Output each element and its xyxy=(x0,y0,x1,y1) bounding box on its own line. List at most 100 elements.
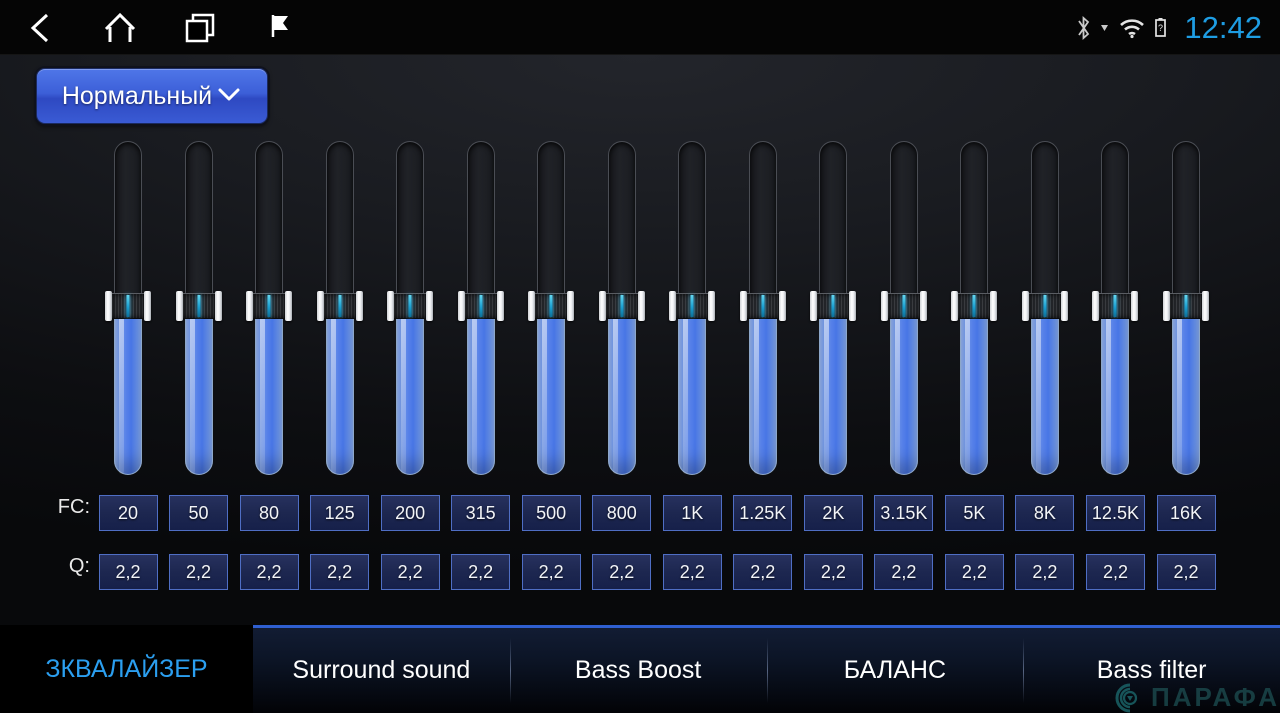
thumb-grip xyxy=(817,293,850,319)
thumb-cap-right xyxy=(778,291,786,321)
eq-slider-thumb[interactable] xyxy=(528,291,575,321)
thumb-cap-right xyxy=(849,291,857,321)
preset-dropdown-button[interactable]: Нормальный xyxy=(36,68,268,124)
eq-slider[interactable] xyxy=(105,141,151,475)
thumb-cap-right xyxy=(708,291,716,321)
bottom-tab-bar: ЗКВАЛАЙЗЕР Surround sound Bass Boost БАЛАНС… xyxy=(0,625,1280,713)
q-value-box[interactable]: 2,2 xyxy=(239,554,299,590)
q-value-box[interactable]: 2,2 xyxy=(169,554,229,590)
eq-slider[interactable] xyxy=(880,141,927,475)
q-value-box[interactable]: 2,2 xyxy=(98,554,158,590)
eq-slider-fill xyxy=(678,306,707,475)
eq-slider-thumb[interactable] xyxy=(1021,291,1068,321)
home-button[interactable] xyxy=(80,0,160,55)
eq-slider-thumb[interactable] xyxy=(316,291,363,321)
fc-value-box[interactable]: 800 xyxy=(592,495,652,531)
q-value-box[interactable]: 2,2 xyxy=(1085,554,1145,590)
eq-slider-fill xyxy=(255,306,284,475)
fc-value-box[interactable]: 12.5K xyxy=(1085,495,1145,531)
thumb-cap-left xyxy=(457,291,465,321)
thumb-grip xyxy=(253,293,286,319)
thumb-cap-right xyxy=(285,291,293,321)
fc-value-box[interactable]: 8K xyxy=(1015,495,1075,531)
eq-slider[interactable] xyxy=(669,141,716,475)
fc-value-box[interactable]: 16K xyxy=(1156,495,1216,531)
tab-5[interactable]: Bass filter xyxy=(1023,625,1280,713)
navigation-bar xyxy=(0,0,320,55)
eq-slider-fill xyxy=(889,306,918,475)
q-value-box[interactable]: 2,2 xyxy=(803,554,863,590)
q-value-box[interactable]: 2,2 xyxy=(1156,554,1216,590)
fc-value-box[interactable]: 3.15K xyxy=(874,495,934,531)
tab-2[interactable]: Surround sound xyxy=(253,625,510,713)
eq-slider-thumb[interactable] xyxy=(105,291,151,321)
fc-value-box[interactable]: 1K xyxy=(662,495,722,531)
fc-value-box[interactable]: 50 xyxy=(169,495,229,531)
fc-value-box[interactable]: 125 xyxy=(310,495,370,531)
q-value-box[interactable]: 2,2 xyxy=(380,554,440,590)
eq-slider[interactable] xyxy=(316,141,363,475)
eq-slider-thumb[interactable] xyxy=(457,291,504,321)
eq-slider-thumb[interactable] xyxy=(739,291,786,321)
eq-slider[interactable] xyxy=(951,141,998,475)
status-bar: ? 12:42 xyxy=(0,0,1280,55)
q-value-box[interactable]: 2,2 xyxy=(592,554,652,590)
eq-slider-thumb[interactable] xyxy=(598,291,645,321)
fc-value-box[interactable]: 5K xyxy=(944,495,1004,531)
eq-slider-thumb[interactable] xyxy=(246,291,293,321)
fc-value-box[interactable]: 1.25K xyxy=(733,495,793,531)
eq-slider-thumb[interactable] xyxy=(669,291,716,321)
thumb-cap-left xyxy=(246,291,254,321)
eq-slider[interactable] xyxy=(1092,141,1139,475)
eq-slider[interactable] xyxy=(387,141,434,475)
eq-slider-fill xyxy=(184,306,213,475)
eq-slider[interactable] xyxy=(1021,141,1068,475)
eq-slider-thumb[interactable] xyxy=(1163,291,1209,321)
fc-value-box[interactable]: 2K xyxy=(803,495,863,531)
fc-value-box[interactable]: 315 xyxy=(451,495,511,531)
tab-1[interactable]: ЗКВАЛАЙЗЕР xyxy=(0,625,253,713)
eq-slider-thumb[interactable] xyxy=(810,291,857,321)
thumb-cap-right xyxy=(496,291,504,321)
q-value-box[interactable]: 2,2 xyxy=(451,554,511,590)
q-value-box[interactable]: 2,2 xyxy=(944,554,1004,590)
fc-value-box[interactable]: 200 xyxy=(380,495,440,531)
eq-slider-thumb[interactable] xyxy=(175,291,222,321)
back-icon xyxy=(30,13,49,42)
q-value-box[interactable]: 2,2 xyxy=(662,554,722,590)
recents-button[interactable] xyxy=(160,0,240,55)
thumb-cap-right xyxy=(637,291,645,321)
eq-slider[interactable] xyxy=(810,141,857,475)
tab-4[interactable]: БАЛАНС xyxy=(766,625,1024,713)
eq-slider-thumb[interactable] xyxy=(951,291,998,321)
flag-button[interactable] xyxy=(240,0,320,55)
preset-label: Нормальный xyxy=(61,81,213,110)
q-value-box[interactable]: 2,2 xyxy=(310,554,370,590)
eq-slider[interactable] xyxy=(246,141,293,475)
back-button[interactable] xyxy=(0,0,80,55)
eq-slider-thumb[interactable] xyxy=(880,291,927,321)
thumb-grip xyxy=(394,293,427,319)
thumb-cap-left xyxy=(1163,291,1170,321)
q-value-box[interactable]: 2,2 xyxy=(733,554,793,590)
thumb-cap-left xyxy=(175,291,183,321)
eq-slider[interactable] xyxy=(175,141,222,475)
fc-value-box[interactable]: 500 xyxy=(521,495,581,531)
thumb-cap-right xyxy=(1060,291,1068,321)
fc-value-box[interactable]: 20 xyxy=(98,495,158,531)
thumb-cap-left xyxy=(880,291,888,321)
fc-value-box[interactable]: 80 xyxy=(239,495,299,531)
eq-slider[interactable] xyxy=(457,141,504,475)
eq-slider-thumb[interactable] xyxy=(1092,291,1139,321)
eq-slider[interactable] xyxy=(528,141,575,475)
eq-slider[interactable] xyxy=(739,141,786,475)
tab-3[interactable]: Bass Boost xyxy=(509,625,767,713)
q-value-box[interactable]: 2,2 xyxy=(1015,554,1075,590)
thumb-grip xyxy=(535,293,568,319)
eq-slider-thumb[interactable] xyxy=(387,291,434,321)
thumb-cap-right xyxy=(1202,291,1209,321)
eq-slider[interactable] xyxy=(1163,141,1209,475)
q-value-box[interactable]: 2,2 xyxy=(521,554,581,590)
q-value-box[interactable]: 2,2 xyxy=(874,554,934,590)
eq-slider[interactable] xyxy=(598,141,645,475)
